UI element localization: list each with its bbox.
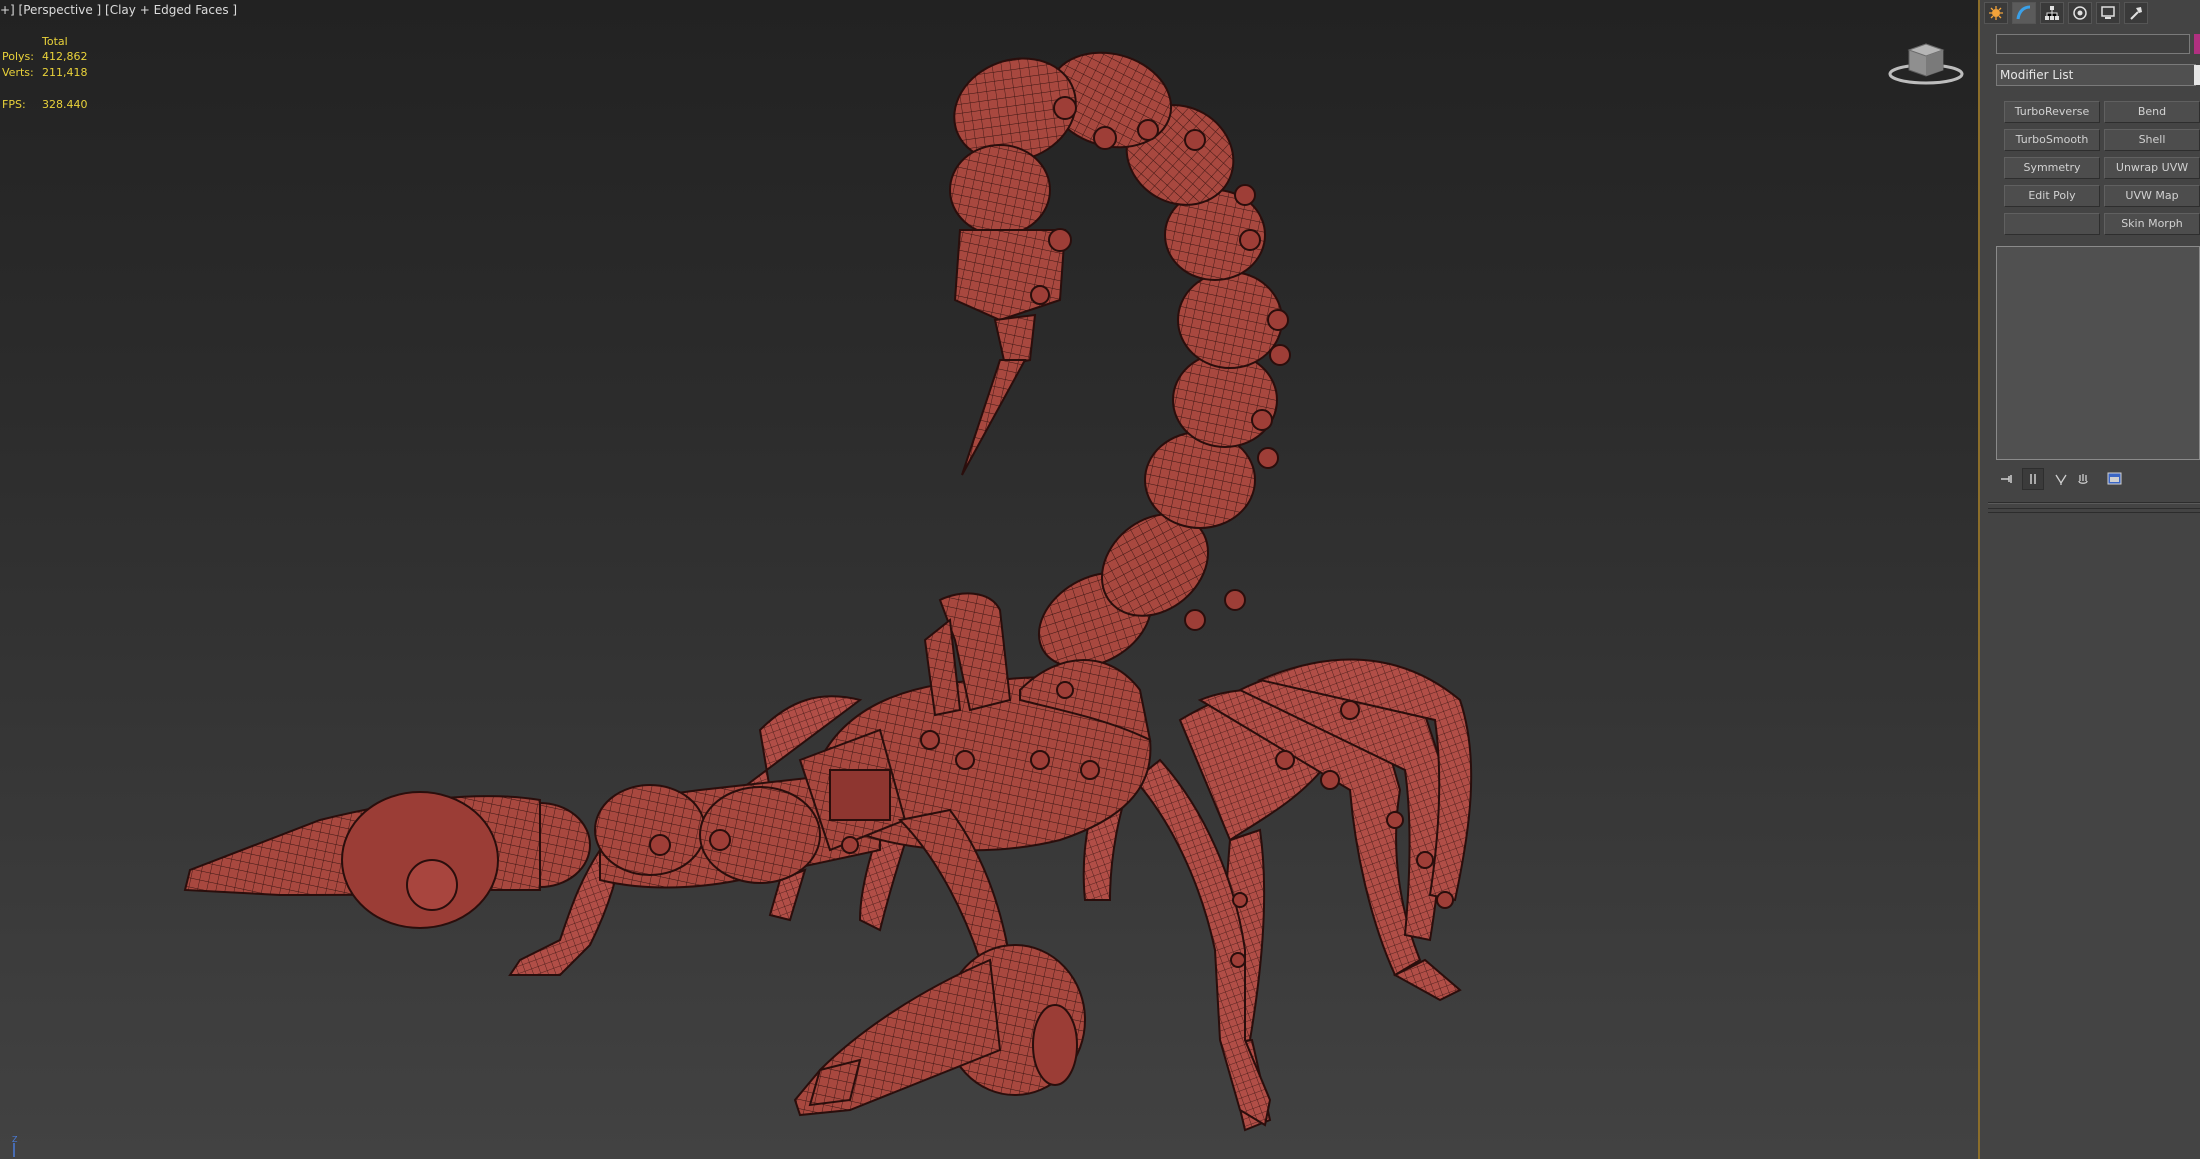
remove-modifier-icon[interactable] [2072,468,2094,490]
viewcube-icon[interactable] [1887,36,1965,86]
modifier-list-label: Modifier List [2000,68,2074,82]
object-color-swatch[interactable] [2194,34,2200,54]
modifier-list-arrow-icon[interactable] [2194,65,2200,85]
panel-rule-highlight [1988,503,2200,504]
hierarchy-icon[interactable] [2040,2,2064,24]
stats-verts: Verts: 211,418 [2,66,88,79]
axis-z-label: Z [12,1135,18,1144]
stats-fps: FPS: 328.440 [2,98,88,111]
command-panel-tabs [1984,2,2148,26]
bend-button[interactable]: Bend [2104,101,2200,123]
modify-icon[interactable] [2012,2,2036,24]
command-panel: Modifier List TurboReverse Bend TurboSmo… [1980,0,2200,1159]
create-icon[interactable] [1984,2,2008,24]
modifier-stack-list[interactable] [1996,246,2200,460]
rollout-separator [1988,512,2200,513]
skin-morph-button[interactable]: Skin Morph [2104,213,2200,235]
scorpion-model[interactable] [0,0,1978,1159]
pin-stack-icon[interactable] [1996,468,2018,490]
motion-icon[interactable] [2068,2,2092,24]
stats-verts-value: 211,418 [42,66,88,79]
symmetry-button[interactable]: Symmetry [2004,157,2100,179]
stats-fps-label: FPS: [2,98,26,111]
object-name-input[interactable] [1996,34,2190,54]
utilities-icon[interactable] [2124,2,2148,24]
stats-polys-label: Polys: [2,50,34,63]
stats-total-label: Total [42,35,68,48]
turboreverse-button[interactable]: TurboReverse [2004,101,2100,123]
stats-polys-value: 412,862 [42,50,88,63]
display-icon[interactable] [2096,2,2120,24]
stats-polys: Polys: 412,862 [2,50,88,63]
viewport-label[interactable]: +] [Perspective ] [Clay + Edged Faces ] [0,3,237,17]
stats-fps-value: 328.440 [42,98,88,111]
axis-tripod-icon: Z [12,1135,18,1157]
stats-verts-label: Verts: [2,66,34,79]
unwrap-uvw-button[interactable]: Unwrap UVW [2104,157,2200,179]
empty-modifier-button[interactable] [2004,213,2100,235]
shell-button[interactable]: Shell [2104,129,2200,151]
configure-modifier-sets-icon[interactable] [2104,468,2126,490]
show-end-result-icon[interactable] [2022,468,2044,490]
rollout-separator [1988,508,2200,509]
uvw-map-button[interactable]: UVW Map [2104,185,2200,207]
make-unique-icon[interactable] [2050,468,2072,490]
perspective-viewport[interactable]: +] [Perspective ] [Clay + Edged Faces ] … [0,0,1978,1159]
modifier-list-dropdown[interactable]: Modifier List [1996,64,2196,86]
edit-poly-button[interactable]: Edit Poly [2004,185,2100,207]
turbosmooth-button[interactable]: TurboSmooth [2004,129,2100,151]
